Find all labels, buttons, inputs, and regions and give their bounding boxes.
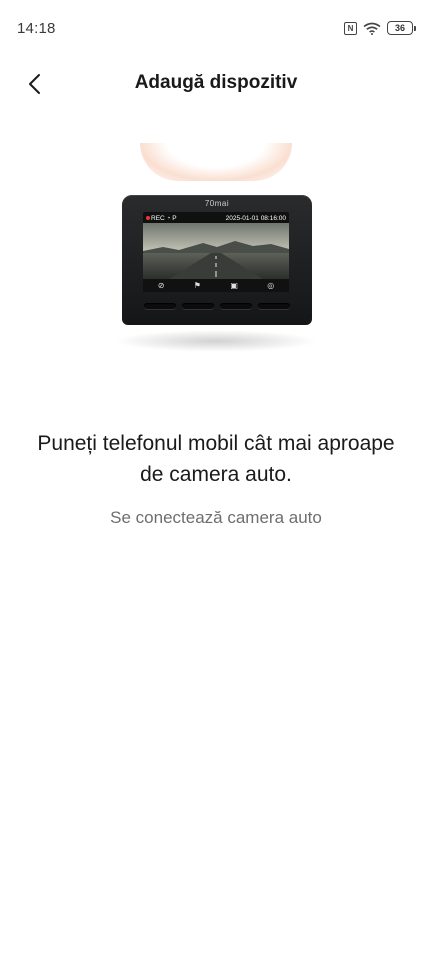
gallery-icon: ▣ [230,281,238,290]
dashcam-device: 70mai REC ◔ P 2025-01-01 08:16:00 ⊘ ⚑ ▣ … [122,195,312,325]
osd-top-bar: REC ◔ P 2025-01-01 08:16:00 [146,214,286,223]
proximity-glow [140,143,292,181]
osd-mode: P [172,215,177,222]
osd-datetime: 2025-01-01 08:16:00 [225,215,286,222]
status-icons: N 36 [344,21,416,35]
road-scene-image [143,223,289,279]
device-button [220,303,252,309]
device-button [258,303,290,309]
device-brand-logo: 70mai [204,199,230,208]
device-button [144,303,176,309]
flag-icon: ⚑ [193,281,201,290]
osd-rec-indicator: REC ◔ P [146,215,177,222]
device-button [182,303,214,309]
dashcam-illustration: 70mai REC ◔ P 2025-01-01 08:16:00 ⊘ ⚑ ▣ … [100,125,332,375]
osd-bottom-bar: ⊘ ⚑ ▣ ◎ [143,279,289,292]
status-time: 14:18 [17,20,56,37]
battery-icon: 36 [387,21,416,35]
instruction-headline: Puneți telefonul mobil cât mai aproape d… [37,432,395,486]
wifi-small-icon: ◔ [166,215,171,222]
mic-off-icon: ⊘ [157,281,165,290]
status-bar: 14:18 N 36 [0,0,432,58]
device-screen: REC ◔ P 2025-01-01 08:16:00 ⊘ ⚑ ▣ ◎ [143,212,289,292]
nfc-icon: N [344,21,357,35]
page-title: Adaugă dispozitiv [134,72,298,93]
wifi-icon [363,22,381,35]
connection-status: Se conectează camera auto [110,508,322,527]
battery-level: 36 [387,21,413,35]
settings-icon: ◎ [267,281,275,290]
device-buttons [144,303,290,309]
header: Adaugă dispozitiv [0,58,432,108]
rec-dot-icon [146,216,150,221]
